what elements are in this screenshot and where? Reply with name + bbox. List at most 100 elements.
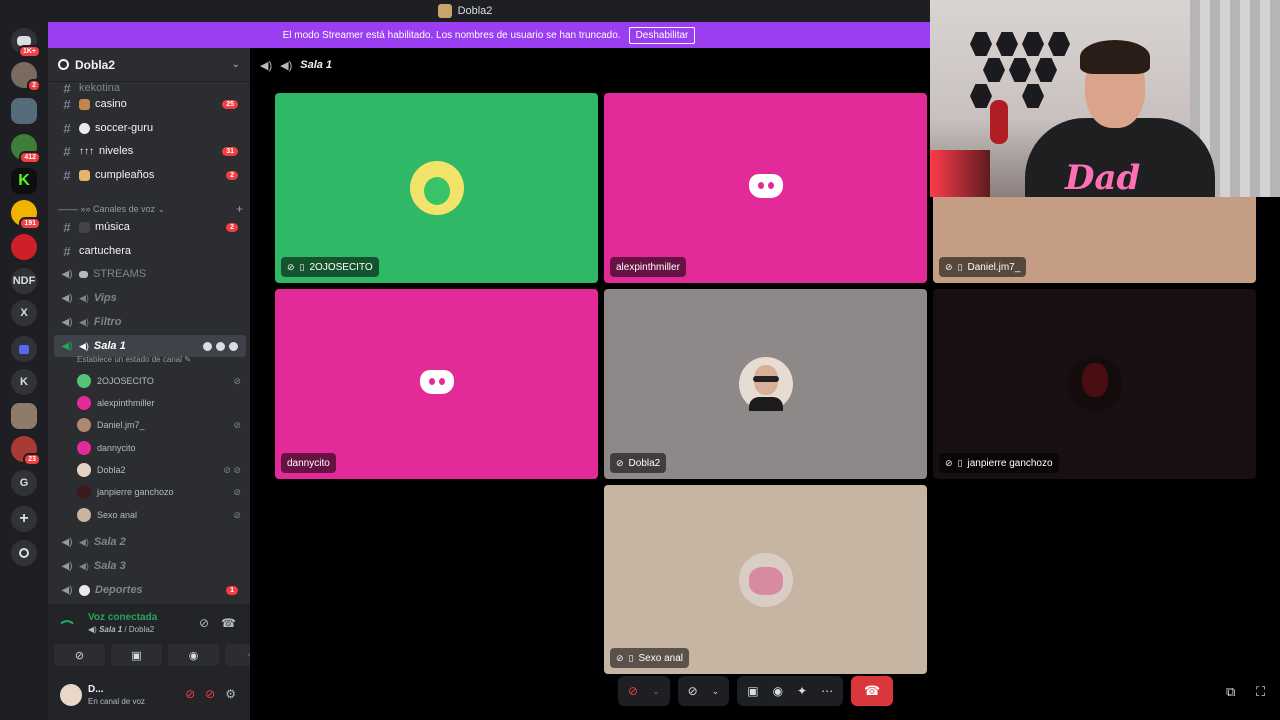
- voice-channel-vips[interactable]: ◀) ◀) Vips: [54, 287, 246, 309]
- voice-channel-filtro[interactable]: ◀) ◀) Filtro: [54, 311, 246, 333]
- voice-channel-streams[interactable]: ◀) STREAMS: [54, 263, 246, 285]
- channel-soccer-guru[interactable]: # soccer-guru: [54, 117, 246, 139]
- call-channel-name: Sala 1: [300, 59, 333, 71]
- voice-connected-label[interactable]: Voz conectada: [88, 612, 157, 623]
- voice-channel-sala-3[interactable]: ◀) ◀) Sala 3: [54, 555, 246, 577]
- mic-muted-icon: ⊘: [945, 457, 953, 468]
- disconnect-icon[interactable]: ☎: [221, 616, 236, 630]
- camera-off-icon[interactable]: ⊘: [688, 684, 698, 698]
- voice-channel-sala-1[interactable]: ◀) ◀) Sala 1: [54, 335, 246, 357]
- signal-icon[interactable]: [60, 616, 74, 630]
- call-header: ◀) ◀) Sala 1: [260, 56, 332, 74]
- gear-icon[interactable]: [229, 341, 238, 351]
- server-icon-7[interactable]: 23: [11, 436, 41, 466]
- gamepad-icon[interactable]: ◉: [773, 684, 783, 698]
- unread-badge: 2: [226, 222, 238, 232]
- channel-status-hint[interactable]: Establece un estado de canal ✎: [77, 355, 191, 364]
- user-name[interactable]: D...: [88, 684, 104, 695]
- channel-niveles[interactable]: # ↑↑↑ niveles 31: [54, 140, 246, 162]
- camera-off-icon: ⊘: [233, 486, 241, 497]
- acoustic-panel: [1022, 32, 1044, 56]
- server-header[interactable]: Dobla2 ⌄: [48, 48, 250, 82]
- screen-share-icon[interactable]: ▣: [747, 684, 758, 698]
- voice-member[interactable]: Daniel.jm7_ ⊘: [77, 415, 241, 435]
- disable-streamer-mode-button[interactable]: Deshabilitar: [628, 26, 696, 44]
- server-folder-icon[interactable]: [11, 336, 37, 362]
- voice-connection-panel: Voz conectada ◀) Sala 1 / Dobla2 ⊘ ☎ ⊘ ▣…: [48, 604, 276, 676]
- avatar: [77, 396, 91, 410]
- server-badge: 23: [23, 453, 41, 466]
- popout-icon[interactable]: ⧉: [1226, 684, 1235, 700]
- chevron-down-icon[interactable]: ⌄: [712, 686, 720, 697]
- participant-name-label: alexpinthmiller: [610, 257, 686, 277]
- invite-icon[interactable]: [216, 341, 225, 351]
- server-icon-ndf[interactable]: NDF: [11, 268, 37, 294]
- add-channel-icon[interactable]: +: [236, 202, 243, 216]
- speaker-icon: ◀): [61, 316, 73, 328]
- discover-icon[interactable]: [11, 540, 37, 566]
- activities-button[interactable]: ◉: [168, 644, 219, 666]
- server-icon-2[interactable]: [11, 98, 37, 124]
- participant-tile[interactable]: ⊘ ▯ Sexo anal: [604, 485, 927, 674]
- participant-tile[interactable]: alexpinthmiller: [604, 93, 927, 283]
- server-icon-x[interactable]: X: [11, 300, 37, 326]
- more-options-icon[interactable]: ⋯: [821, 684, 833, 698]
- mute-deafen-icons: ⊘ ⊘: [223, 464, 241, 475]
- direct-messages-button[interactable]: 1K+: [11, 28, 41, 58]
- chevron-down-icon[interactable]: ⌄: [652, 686, 660, 697]
- participant-tile[interactable]: ⊘ Dobla2: [604, 289, 927, 479]
- voice-member[interactable]: alexpinthmiller: [77, 393, 241, 413]
- voice-member[interactable]: Dobla2 ⊘ ⊘: [77, 460, 241, 480]
- acoustic-panel: [1022, 84, 1044, 108]
- headphones-deafened-icon[interactable]: ⊘: [205, 687, 215, 701]
- soundboard-icon[interactable]: ✦: [797, 684, 807, 698]
- server-icon-3[interactable]: 412: [11, 134, 41, 164]
- add-server-icon[interactable]: +: [11, 506, 37, 532]
- chat-icon[interactable]: [203, 341, 212, 351]
- channel-cumpleanos[interactable]: # cumpleaños 2: [54, 164, 246, 186]
- speaker-icon: ◀): [280, 59, 293, 72]
- gear-icon[interactable]: ⚙: [225, 687, 236, 701]
- participant-name-label: ⊘ ▯ Daniel.jm7_: [939, 257, 1027, 277]
- mic-muted-icon[interactable]: ⊘: [185, 687, 195, 701]
- participant-tile[interactable]: dannycito: [275, 289, 598, 479]
- server-icon-g[interactable]: G: [11, 470, 37, 496]
- server-icon-k[interactable]: K: [11, 369, 37, 395]
- server-icon-kick[interactable]: K: [11, 168, 37, 194]
- voice-channel-sala-2[interactable]: ◀) ◀) Sala 2: [54, 531, 246, 553]
- speaker-icon: ◀): [88, 625, 97, 634]
- avatar: [77, 374, 91, 388]
- server-icon-4[interactable]: 191: [11, 200, 41, 230]
- voice-panel-actions: ⊘ ☎: [199, 616, 236, 630]
- channel-cartuchera[interactable]: # cartuchera: [54, 240, 246, 262]
- fullscreen-icon[interactable]: ⛶: [1256, 684, 1265, 700]
- hash-icon: #: [63, 96, 71, 112]
- server-icon-5[interactable]: [11, 234, 37, 260]
- noise-suppression-icon[interactable]: ⊘: [199, 616, 209, 630]
- participant-tile[interactable]: ⊘ ▯ janpierre ganchozo: [933, 289, 1256, 479]
- voice-member[interactable]: Sexo anal ⊘: [77, 505, 241, 525]
- voice-connected-channel[interactable]: ◀) Sala 1 / Dobla2: [88, 625, 154, 634]
- screen-share-button[interactable]: ▣: [111, 644, 162, 666]
- voice-member[interactable]: dannycito: [77, 438, 241, 458]
- mic-muted-icon[interactable]: ⊘: [628, 684, 638, 698]
- hash-icon: #: [63, 243, 71, 259]
- disconnect-call-button[interactable]: ☎: [851, 676, 894, 706]
- channel-casino[interactable]: # casino 25: [54, 93, 246, 115]
- channel-musica[interactable]: # música 2: [54, 216, 246, 238]
- voice-member[interactable]: janpierre ganchozo ⊘: [77, 482, 241, 502]
- camera-button[interactable]: ⊘: [54, 644, 105, 666]
- server-icon-1[interactable]: 2: [11, 62, 41, 92]
- voice-category-header[interactable]: –––– »» Canales de voz ⌄ +: [58, 202, 243, 216]
- voice-channel-deportes[interactable]: ◀) Deportes 1: [54, 579, 246, 601]
- mobile-icon: ▯: [299, 261, 305, 272]
- voice-member[interactable]: 2OJOSECITO ⊘: [77, 371, 241, 391]
- guitar: [990, 100, 1008, 144]
- acoustic-panel: [996, 32, 1018, 56]
- server-icon-6[interactable]: [11, 403, 37, 429]
- avatar[interactable]: [60, 684, 82, 706]
- cake-icon: [79, 169, 90, 181]
- deafened-icon: ⊘: [616, 457, 624, 468]
- participant-tile[interactable]: ⊘ ▯ 2OJOSECITO: [275, 93, 598, 283]
- streamer-hair: [1080, 40, 1150, 74]
